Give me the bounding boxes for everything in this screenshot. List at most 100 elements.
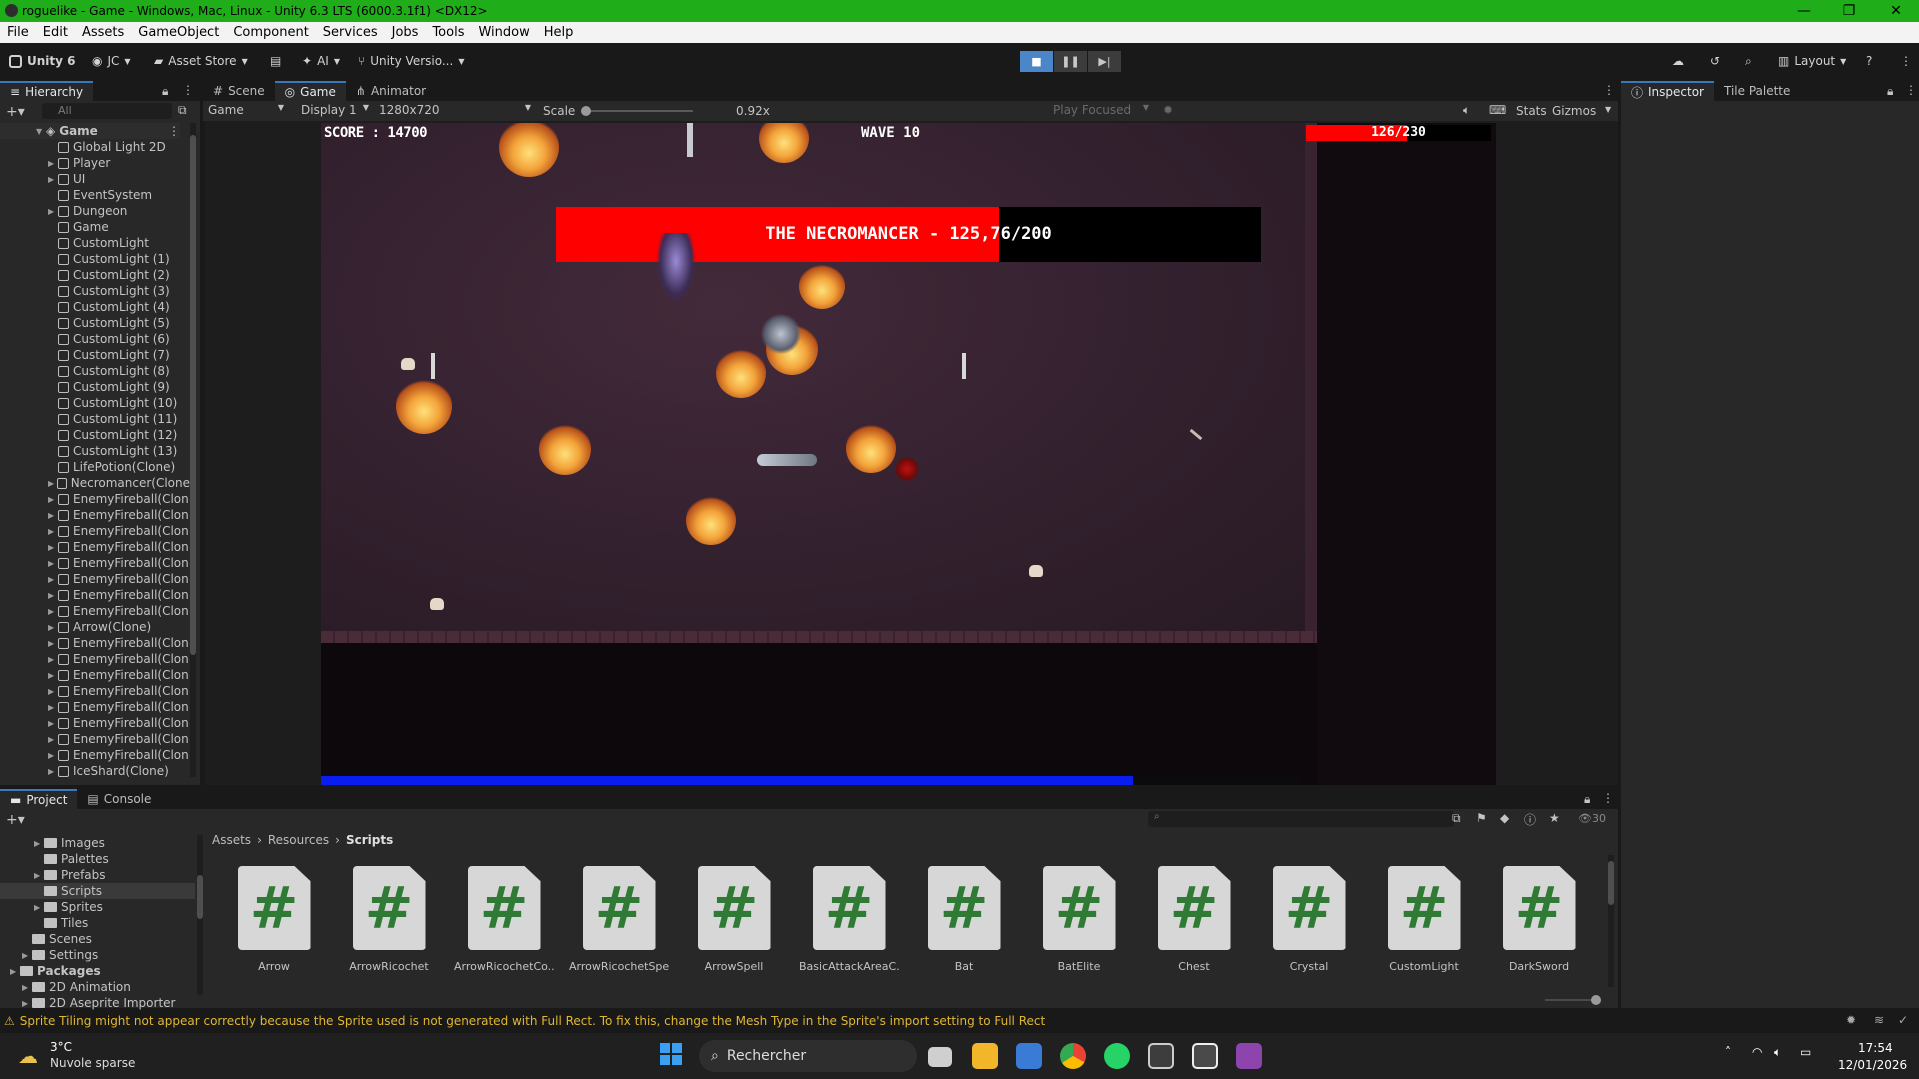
play-button[interactable]: ■ xyxy=(1020,51,1053,72)
script-asset[interactable]: # DarkSword xyxy=(1489,866,1589,973)
chevron-right-icon[interactable]: ▶ xyxy=(48,207,58,216)
chevron-right-icon[interactable]: ▶ xyxy=(48,703,58,712)
account-dropdown[interactable]: ◉ JC ▼ xyxy=(92,51,131,71)
hierarchy-item[interactable]: Global Light 2D xyxy=(0,139,190,155)
taskbar-search-input[interactable]: ⌕ Rechercher xyxy=(699,1040,917,1072)
hierarchy-scrollbar[interactable] xyxy=(190,123,196,777)
unity-account-button[interactable]: Unity 6 xyxy=(9,51,76,71)
menu-tools[interactable]: Tools xyxy=(425,25,471,40)
lock-icon[interactable]: 🔒︎ xyxy=(1887,84,1893,99)
chevron-right-icon[interactable]: ▶ xyxy=(22,999,32,1008)
menu-window[interactable]: Window xyxy=(471,25,536,40)
history-button[interactable]: ↺ xyxy=(1710,51,1720,71)
close-button[interactable]: ✕ xyxy=(1873,0,1919,22)
project-folder-item[interactable]: ▶ Settings xyxy=(0,947,195,963)
search-by-type-icon[interactable]: ⧉ xyxy=(1452,811,1461,826)
layout-dropdown[interactable]: ▥ Layout ▼ xyxy=(1778,51,1846,71)
tab-console[interactable]: ▤ Console xyxy=(77,789,161,809)
more-menu-button[interactable]: ⋮ xyxy=(1900,51,1912,71)
tab-scene[interactable]: # Scene xyxy=(203,81,275,101)
menu-edit[interactable]: Edit xyxy=(36,25,75,40)
hierarchy-item[interactable]: ▶ EnemyFireball(Clon xyxy=(0,507,190,523)
hierarchy-item[interactable]: ▶ EnemyFireball(Clon xyxy=(0,667,190,683)
layers-icon[interactable]: ≋ xyxy=(1874,1013,1884,1027)
chevron-right-icon[interactable]: ▶ xyxy=(48,543,58,552)
chevron-right-icon[interactable]: ▶ xyxy=(48,559,58,568)
chevron-right-icon[interactable]: ▶ xyxy=(10,967,20,976)
cloud-button[interactable]: ☁ xyxy=(1672,51,1684,71)
chevron-right-icon[interactable]: ▶ xyxy=(48,159,58,168)
kebab-icon[interactable]: ⋮ xyxy=(182,83,194,97)
menu-services[interactable]: Services xyxy=(316,25,385,40)
hierarchy-item[interactable]: CustomLight (11) xyxy=(0,411,190,427)
breadcrumb-scripts[interactable]: Scripts xyxy=(346,833,393,847)
pause-button[interactable]: ❚❚ xyxy=(1054,51,1087,72)
unity-editor-icon[interactable] xyxy=(1192,1043,1218,1069)
lock-icon[interactable]: 🔒︎ xyxy=(162,84,168,99)
hierarchy-item[interactable]: CustomLight (3) xyxy=(0,283,190,299)
status-bar[interactable]: ⚠ Sprite Tiling might not appear correct… xyxy=(0,1011,1919,1031)
project-folder-item[interactable]: ▶ Sprites xyxy=(0,899,195,915)
menu-help[interactable]: Help xyxy=(537,25,581,40)
filter-by-label-icon[interactable]: ⚑ xyxy=(1476,811,1487,825)
chevron-right-icon[interactable]: ▶ xyxy=(48,687,58,696)
tab-game[interactable]: ◎ Game xyxy=(274,81,346,101)
hierarchy-root-game[interactable]: ▼ ◈ Game ⋮ xyxy=(0,123,180,139)
lock-icon[interactable]: 🔒︎ xyxy=(1584,792,1590,807)
chevron-right-icon[interactable]: ▶ xyxy=(48,671,58,680)
info-icon[interactable]: ⓘ xyxy=(1524,811,1536,828)
file-explorer-icon[interactable] xyxy=(972,1043,998,1069)
project-folder-item[interactable]: ▶ Images xyxy=(0,835,195,851)
star-icon[interactable]: ★ xyxy=(1549,811,1560,825)
hierarchy-item[interactable]: ▶ EnemyFireball(Clon xyxy=(0,651,190,667)
step-button[interactable]: ▶| xyxy=(1088,51,1121,72)
chevron-right-icon[interactable]: ▶ xyxy=(48,527,58,536)
chevron-right-icon[interactable]: ▶ xyxy=(48,607,58,616)
help-button[interactable]: ? xyxy=(1866,51,1872,71)
tab-project[interactable]: ▬ Project xyxy=(0,789,78,809)
hierarchy-item[interactable]: CustomLight (4) xyxy=(0,299,190,315)
task-view-icon[interactable] xyxy=(928,1047,952,1067)
add-icon[interactable]: +▾ xyxy=(6,812,25,828)
project-folder-item[interactable]: Palettes xyxy=(0,851,195,867)
script-asset[interactable]: # CustomLight xyxy=(1374,866,1474,973)
check-circle-icon[interactable]: ✓ xyxy=(1898,1013,1908,1027)
chevron-right-icon[interactable]: ▶ xyxy=(48,575,58,584)
script-asset[interactable]: # Arrow xyxy=(224,866,324,973)
hierarchy-item[interactable]: CustomLight (10) xyxy=(0,395,190,411)
hierarchy-item[interactable]: CustomLight (9) xyxy=(0,379,190,395)
hierarchy-item[interactable]: CustomLight (7) xyxy=(0,347,190,363)
clock-date[interactable]: 12/01/2026 xyxy=(1838,1058,1907,1072)
hierarchy-item[interactable]: ▶ EnemyFireball(Clon xyxy=(0,635,190,651)
weather-temp[interactable]: 3°C xyxy=(50,1040,72,1054)
script-asset[interactable]: # ArrowRicochetCo... xyxy=(454,866,554,973)
hierarchy-item[interactable]: ▶ Arrow(Clone) xyxy=(0,619,190,635)
project-folder-item[interactable]: ▶ Prefabs xyxy=(0,867,195,883)
hierarchy-scroll-thumb[interactable] xyxy=(190,135,196,655)
chevron-up-icon[interactable]: ˄ xyxy=(1725,1045,1731,1059)
kebab-icon[interactable]: ⋮ xyxy=(1603,83,1615,97)
scale-slider[interactable] xyxy=(581,106,693,116)
hierarchy-item[interactable]: CustomLight (2) xyxy=(0,267,190,283)
icon-size-slider[interactable] xyxy=(1545,995,1601,1005)
hierarchy-item[interactable]: Game xyxy=(0,219,190,235)
maximize-button[interactable]: ❐ xyxy=(1826,0,1872,22)
chevron-right-icon[interactable]: ▶ xyxy=(48,623,58,632)
stats-button[interactable]: Stats xyxy=(1516,104,1547,118)
script-asset[interactable]: # ArrowSpell xyxy=(684,866,784,973)
add-icon[interactable]: +▾ xyxy=(6,104,25,120)
breadcrumb-resources[interactable]: Resources xyxy=(268,833,329,847)
hierarchy-search-input[interactable]: All xyxy=(42,103,172,119)
weather-icon[interactable]: ☁ xyxy=(18,1044,38,1068)
menu-assets[interactable]: Assets xyxy=(75,25,131,40)
project-tree-scrollbar[interactable] xyxy=(197,835,203,995)
script-asset[interactable]: # Chest xyxy=(1144,866,1244,973)
project-folder-item[interactable]: ▶ 2D Aseprite Importer xyxy=(0,995,195,1011)
resolution-dropdown[interactable]: 1280x720 ▼ xyxy=(375,103,535,119)
kebab-icon[interactable]: ⋮ xyxy=(1905,83,1917,97)
hierarchy-item[interactable]: CustomLight xyxy=(0,235,190,251)
ai-dropdown[interactable]: ✦ AI ▼ xyxy=(302,51,340,71)
display-dropdown[interactable]: Display 1 ▼ xyxy=(297,103,373,119)
minimize-button[interactable]: — xyxy=(1781,0,1827,22)
hierarchy-item[interactable]: ▶ EnemyFireball(Clon xyxy=(0,699,190,715)
